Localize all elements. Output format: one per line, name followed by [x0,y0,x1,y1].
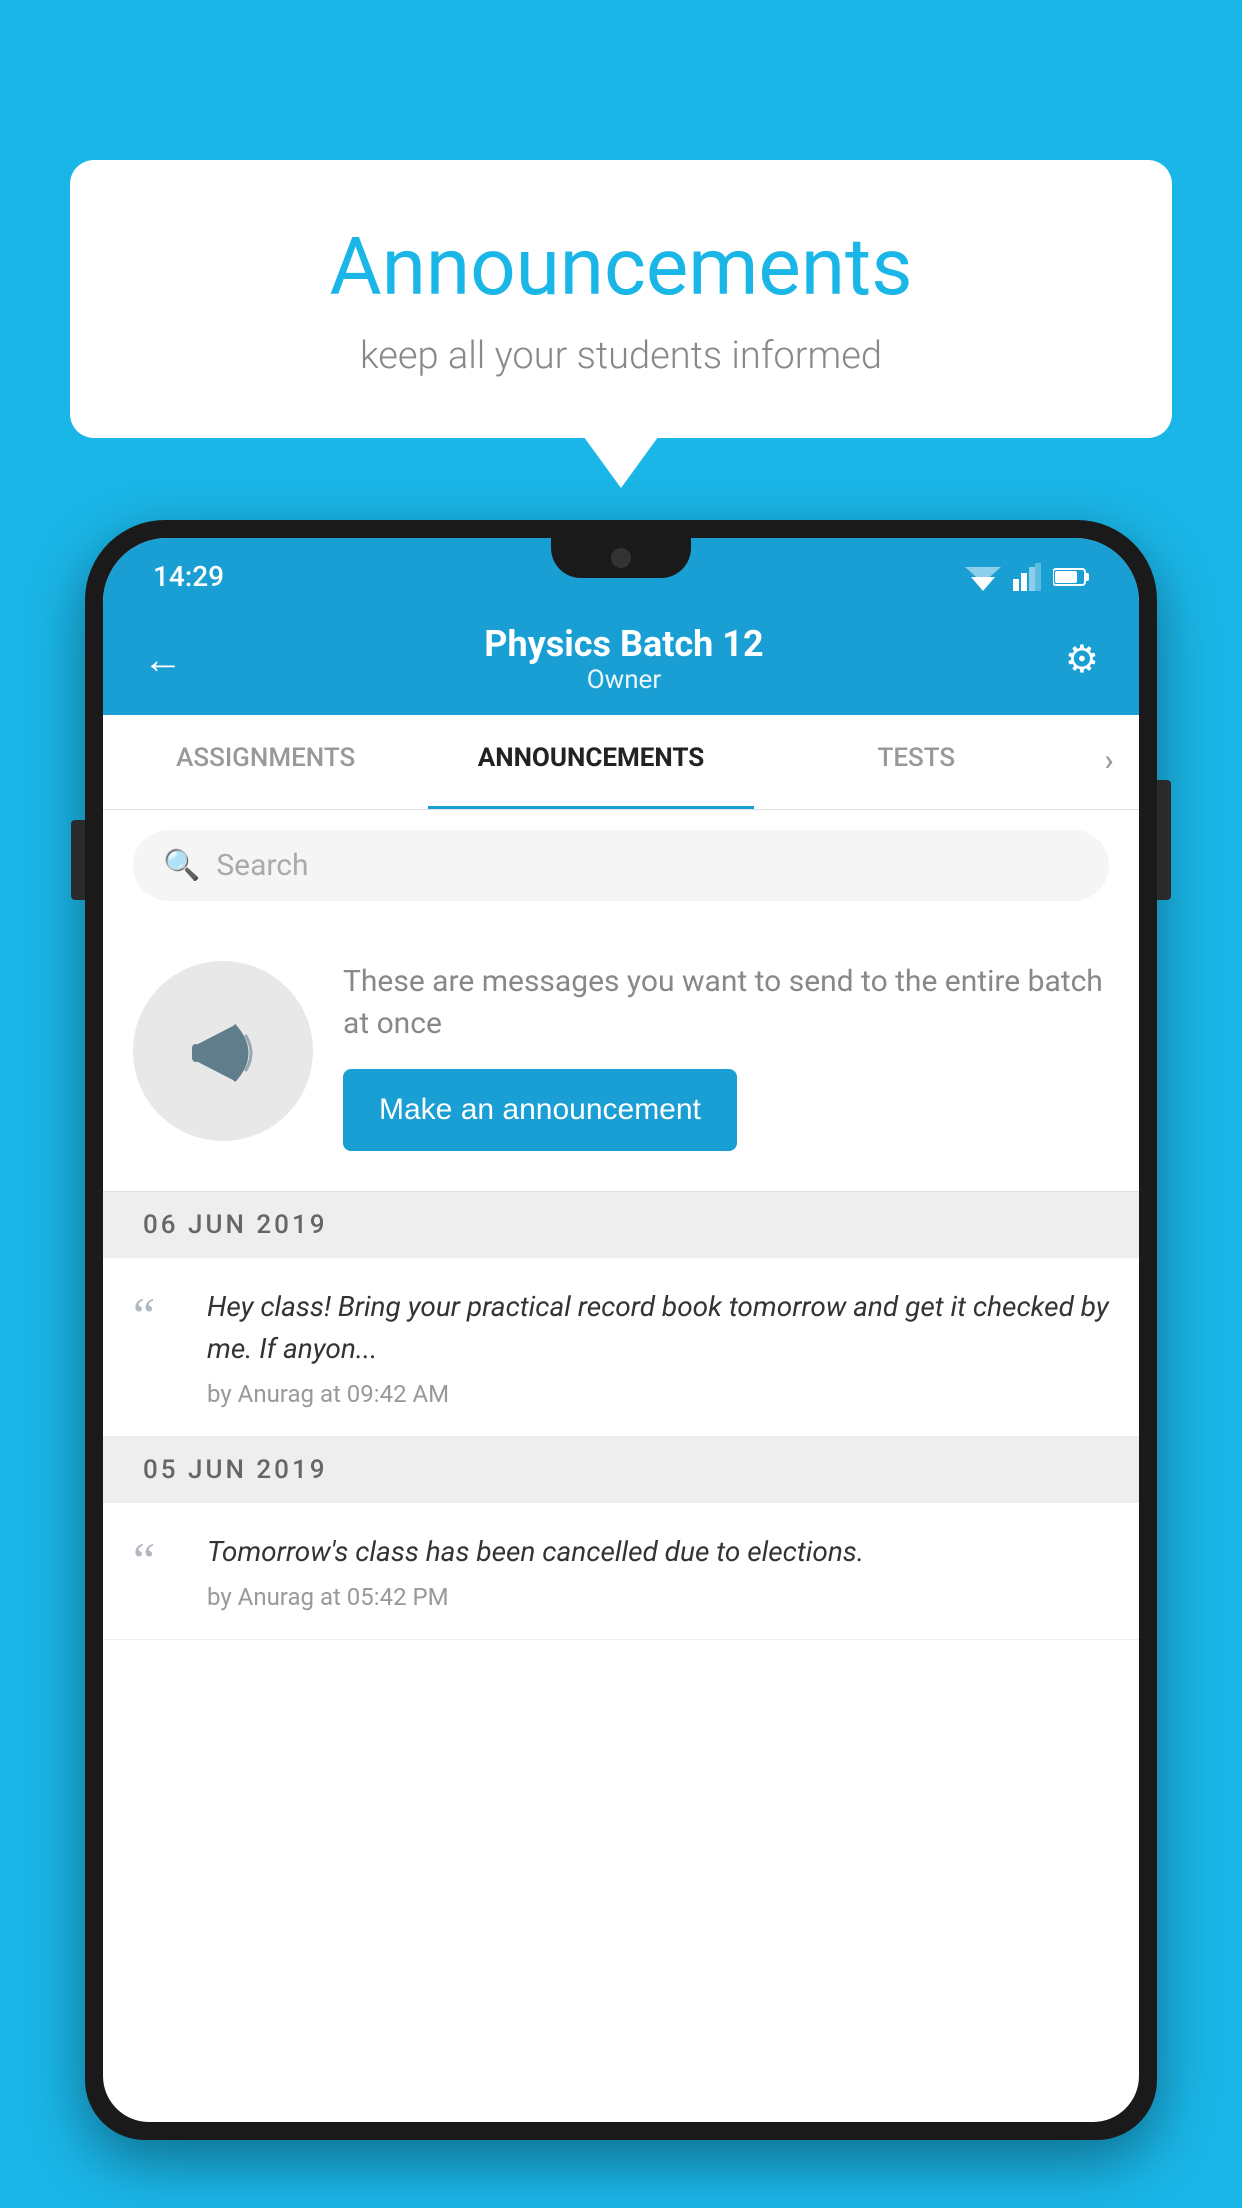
header-subtitle: Owner [183,665,1065,695]
tabs-bar: ASSIGNMENTS ANNOUNCEMENTS TESTS › [103,715,1139,810]
back-button[interactable]: ← [143,636,183,683]
quote-icon-2: “ [133,1535,183,1585]
announcement-content-2: Tomorrow's class has been cancelled due … [207,1531,1109,1611]
scroll-area: 06 JUN 2019 “ Hey class! Bring your prac… [103,1192,1139,2122]
make-announcement-button[interactable]: Make an announcement [343,1069,737,1151]
tab-more[interactable]: › [1079,715,1139,809]
search-input[interactable]: Search [216,848,308,883]
announcement-item-1[interactable]: “ Hey class! Bring your practical record… [103,1258,1139,1437]
battery-icon [1053,567,1089,587]
tab-announcements[interactable]: ANNOUNCEMENTS [428,715,753,809]
announcement-meta-1: by Anurag at 09:42 AM [207,1380,1109,1408]
phone-outer: 14:29 [85,520,1157,2140]
tab-assignments[interactable]: ASSIGNMENTS [103,715,428,809]
wifi-icon [965,563,1001,591]
megaphone-icon [178,1006,268,1096]
app-header: ← Physics Batch 12 Owner ⚙ [103,603,1139,715]
search-icon: 🔍 [163,848,200,883]
speech-bubble-title: Announcements [150,220,1092,314]
status-time: 14:29 [153,560,224,593]
status-icons [965,563,1089,591]
phone-screen: 14:29 [103,538,1139,2122]
speech-bubble-section: Announcements keep all your students inf… [70,160,1172,438]
speech-bubble: Announcements keep all your students inf… [70,160,1172,438]
promo-content: These are messages you want to send to t… [343,961,1109,1151]
announcement-text-1: Hey class! Bring your practical record b… [207,1286,1109,1370]
date-label-2: 05 JUN 2019 [143,1455,328,1485]
promo-section: These are messages you want to send to t… [103,921,1139,1192]
search-container: 🔍 Search [103,810,1139,921]
phone-mockup: 14:29 [85,520,1157,2208]
announcement-meta-2: by Anurag at 05:42 PM [207,1583,1109,1611]
promo-icon-circle [133,961,313,1141]
phone-notch [551,538,691,578]
header-title: Physics Batch 12 [183,623,1065,665]
speech-bubble-subtitle: keep all your students informed [150,334,1092,378]
announcement-item-2[interactable]: “ Tomorrow's class has been cancelled du… [103,1503,1139,1640]
date-separator-2: 05 JUN 2019 [103,1437,1139,1503]
announcement-text-2: Tomorrow's class has been cancelled due … [207,1531,1109,1573]
promo-description: These are messages you want to send to t… [343,961,1109,1045]
signal-icon [1013,563,1041,591]
settings-icon[interactable]: ⚙ [1065,637,1099,682]
notch-camera [611,548,631,568]
date-separator-1: 06 JUN 2019 [103,1192,1139,1258]
header-title-section: Physics Batch 12 Owner [183,623,1065,695]
tab-tests[interactable]: TESTS [754,715,1079,809]
date-label-1: 06 JUN 2019 [143,1210,328,1240]
search-box[interactable]: 🔍 Search [133,830,1109,901]
announcement-content-1: Hey class! Bring your practical record b… [207,1286,1109,1408]
quote-icon-1: “ [133,1290,183,1340]
